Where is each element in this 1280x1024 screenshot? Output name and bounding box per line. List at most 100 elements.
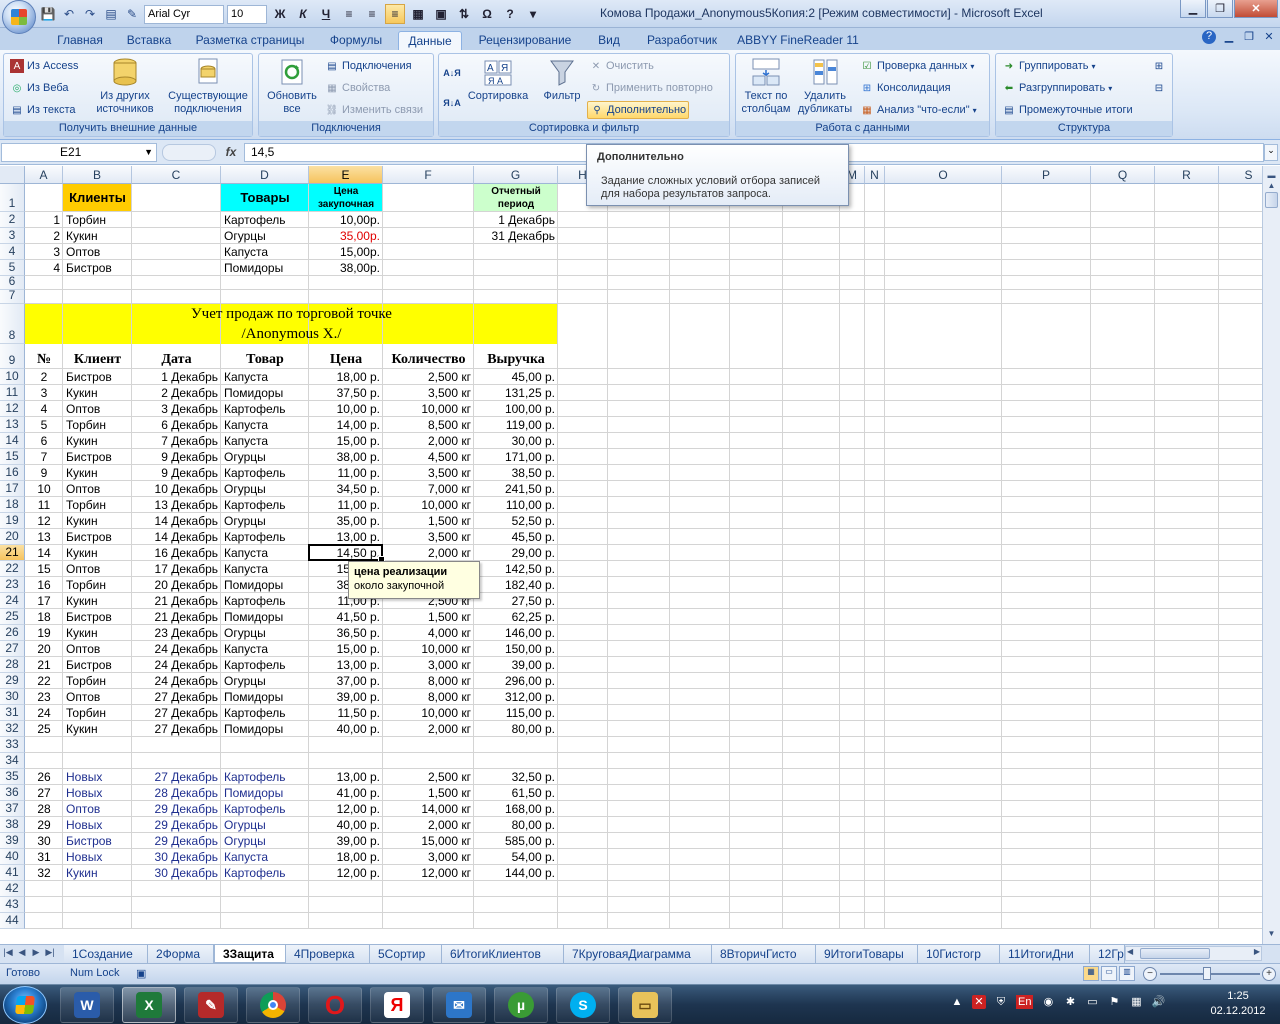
sales-cell[interactable]: 4,000 кг — [383, 625, 474, 641]
advanced-filter-button[interactable]: ⚲ Дополнительно — [587, 101, 690, 119]
row-header-2[interactable]: 2 — [0, 212, 25, 228]
sales-cell[interactable]: 29 Декабрь — [132, 801, 221, 817]
sales-cell[interactable]: 13 Декабрь — [132, 497, 221, 513]
align-center-icon[interactable]: ≡ — [362, 4, 382, 24]
goods-price[interactable]: 38,00р. — [309, 260, 383, 276]
sales-cell[interactable]: 26 — [25, 769, 63, 785]
sales-cell[interactable]: Кукин — [63, 721, 132, 737]
sheet-tab-8[interactable]: 8ВторичГисто — [712, 945, 816, 963]
sales-cell[interactable]: Капуста — [221, 545, 309, 561]
sales-cell[interactable]: 29 Декабрь — [132, 833, 221, 849]
sales-cell[interactable]: 23 Декабрь — [132, 625, 221, 641]
sales-cell[interactable]: 34,50 р. — [309, 481, 383, 497]
sales-cell[interactable]: 14,00 р. — [309, 417, 383, 433]
zoom-out-icon[interactable]: − — [1143, 967, 1157, 981]
row-header-36[interactable]: 36 — [0, 785, 25, 801]
sales-cell[interactable]: 10,000 кг — [383, 401, 474, 417]
sales-cell[interactable]: 24 Декабрь — [132, 641, 221, 657]
taskbar-acrobat[interactable]: ✎ — [184, 987, 238, 1023]
sales-cell[interactable]: 18,00 р. — [309, 849, 383, 865]
sales-cell[interactable]: 38,50 р. — [474, 465, 558, 481]
sales-cell[interactable]: 9 — [25, 465, 63, 481]
row-header-37[interactable]: 37 — [0, 801, 25, 817]
sales-cell[interactable]: 171,00 р. — [474, 449, 558, 465]
row-header-38[interactable]: 38 — [0, 817, 25, 833]
row-header-18[interactable]: 18 — [0, 497, 25, 513]
sales-cell[interactable]: 35,00 р. — [309, 513, 383, 529]
sort-asc-icon[interactable]: ⇅ — [454, 4, 474, 24]
properties-button[interactable]: ▦ Свойства — [323, 79, 392, 97]
office-button[interactable] — [2, 0, 36, 34]
row-header-41[interactable]: 41 — [0, 865, 25, 881]
row-header-44[interactable]: 44 — [0, 913, 25, 929]
row-header-35[interactable]: 35 — [0, 769, 25, 785]
sales-cell[interactable]: 17 — [25, 593, 63, 609]
vertical-scroll-thumb[interactable] — [1265, 192, 1278, 208]
sales-cell[interactable]: 146,00 р. — [474, 625, 558, 641]
sales-cell[interactable]: Торбин — [63, 577, 132, 593]
table-header[interactable]: Дата — [132, 344, 221, 369]
row-header-11[interactable]: 11 — [0, 385, 25, 401]
row-header-1[interactable]: 1 — [0, 184, 25, 212]
sales-cell[interactable]: Кукин — [63, 545, 132, 561]
tray-antivirus-icon[interactable]: ✕ — [972, 995, 986, 1009]
goods-name[interactable]: Помидоры — [221, 260, 309, 276]
sales-cell[interactable]: Капуста — [221, 641, 309, 657]
sales-cell[interactable]: 7 — [25, 449, 63, 465]
sales-cell[interactable]: 3,000 кг — [383, 657, 474, 673]
sales-cell[interactable]: 39,00 р. — [474, 657, 558, 673]
name-box[interactable]: E21 ▼ — [1, 143, 157, 162]
sales-cell[interactable]: 8,000 кг — [383, 689, 474, 705]
column-header-C[interactable]: C — [132, 166, 221, 184]
sales-cell[interactable]: 29 Декабрь — [132, 817, 221, 833]
period-date[interactable]: 1 Декабрь — [474, 212, 558, 228]
sales-cell[interactable]: 6 — [25, 433, 63, 449]
sales-cell[interactable]: 296,00 р. — [474, 673, 558, 689]
sales-cell[interactable]: 9 Декабрь — [132, 449, 221, 465]
close-icon[interactable]: ✕ — [1234, 0, 1278, 18]
sales-cell[interactable]: 22 — [25, 673, 63, 689]
column-header-G[interactable]: G — [474, 166, 558, 184]
minimize-icon[interactable]: ▁ — [1180, 0, 1206, 18]
format-painter-icon[interactable]: ✎ — [123, 5, 141, 23]
sales-cell[interactable]: 24 Декабрь — [132, 657, 221, 673]
tray-clock[interactable]: 1:25 02.12.2012 — [1208, 989, 1268, 1019]
sales-cell[interactable]: 10,000 кг — [383, 641, 474, 657]
column-header-F[interactable]: F — [383, 166, 474, 184]
sales-cell[interactable]: 2,500 кг — [383, 769, 474, 785]
sales-cell[interactable]: 8,500 кг — [383, 417, 474, 433]
sales-cell[interactable]: 27 — [25, 785, 63, 801]
sales-cell[interactable]: Капуста — [221, 849, 309, 865]
row-header-32[interactable]: 32 — [0, 721, 25, 737]
from-web-button[interactable]: ◎ Из Веба — [8, 79, 71, 97]
sales-cell[interactable]: Картофель — [221, 769, 309, 785]
sales-cell[interactable]: 11,00 р. — [309, 465, 383, 481]
sales-cell[interactable]: 3 — [25, 385, 63, 401]
doc-restore-icon[interactable]: ❐ — [1242, 30, 1256, 44]
redo-icon[interactable]: ↷ — [81, 5, 99, 23]
text-to-columns-button[interactable]: Текст по столбцам — [738, 56, 794, 116]
sales-cell[interactable]: 2,000 кг — [383, 817, 474, 833]
sales-cell[interactable]: Оптов — [63, 801, 132, 817]
tray-volume-icon[interactable]: 🔊 — [1151, 995, 1166, 1009]
help-icon[interactable]: ? — [1202, 30, 1216, 44]
sales-cell[interactable]: 7 Декабрь — [132, 433, 221, 449]
sales-cell[interactable]: 3,000 кг — [383, 849, 474, 865]
from-other-sources-button[interactable]: Из других источников — [90, 56, 160, 116]
horizontal-scrollbar[interactable]: ◀ ▶ — [1125, 946, 1262, 961]
sales-cell[interactable]: 11 — [25, 497, 63, 513]
sales-cell[interactable]: 2 Декабрь — [132, 385, 221, 401]
sales-cell[interactable]: Капуста — [221, 433, 309, 449]
row-header-26[interactable]: 26 — [0, 625, 25, 641]
row-header-30[interactable]: 30 — [0, 689, 25, 705]
sales-cell[interactable]: Картофель — [221, 865, 309, 881]
sales-cell[interactable]: Картофель — [221, 705, 309, 721]
sales-cell[interactable]: 168,00 р. — [474, 801, 558, 817]
sales-cell[interactable]: Кукин — [63, 513, 132, 529]
sales-cell[interactable]: 52,50 р. — [474, 513, 558, 529]
taskbar-yandex[interactable]: Я — [370, 987, 424, 1023]
client-name[interactable]: Кукин — [63, 228, 132, 244]
clear-button[interactable]: ✕ Очистить — [587, 57, 656, 75]
horizontal-scroll-thumb[interactable] — [1140, 948, 1210, 959]
row-header-40[interactable]: 40 — [0, 849, 25, 865]
